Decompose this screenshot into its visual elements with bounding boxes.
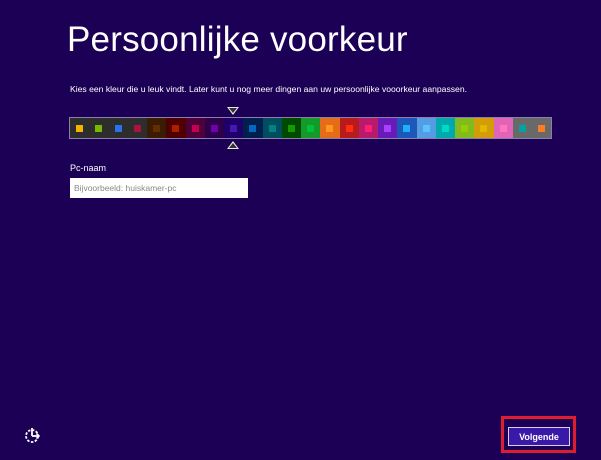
pc-name-label: Pc-naam [70, 163, 107, 173]
selected-color-marker-bottom [227, 141, 239, 149]
color-picker[interactable] [68, 117, 553, 139]
color-swatch-square [345, 124, 353, 132]
color-swatch[interactable] [378, 118, 398, 138]
color-swatch[interactable] [455, 118, 475, 138]
color-swatch-square [518, 124, 526, 132]
page-title: Persoonlijke voorkeur [67, 20, 408, 59]
color-swatch[interactable] [70, 118, 90, 138]
color-swatch-square [210, 124, 218, 132]
pc-name-input[interactable] [70, 178, 248, 198]
color-swatch[interactable] [147, 118, 167, 138]
color-swatch[interactable] [320, 118, 340, 138]
color-swatch-square [230, 124, 238, 132]
color-swatch[interactable] [493, 118, 513, 138]
color-swatch-square [268, 124, 276, 132]
color-swatch-square [114, 124, 122, 132]
color-swatch[interactable] [281, 118, 301, 138]
color-swatch[interactable] [397, 118, 417, 138]
color-swatch-square [133, 124, 141, 132]
color-swatch[interactable] [339, 118, 359, 138]
color-swatch[interactable] [358, 118, 378, 138]
color-swatch-square [364, 124, 372, 132]
color-swatch[interactable] [243, 118, 263, 138]
next-button[interactable]: Volgende [508, 427, 570, 446]
color-swatch-square [326, 124, 334, 132]
color-swatch-square [172, 124, 180, 132]
color-swatch-square [249, 124, 257, 132]
color-swatch[interactable] [108, 118, 128, 138]
color-swatch[interactable] [301, 118, 321, 138]
color-swatch-square [191, 124, 199, 132]
color-swatch[interactable] [532, 118, 552, 138]
color-swatch[interactable] [166, 118, 186, 138]
color-swatch-square [499, 124, 507, 132]
color-swatch-selected[interactable] [224, 118, 244, 138]
color-swatch[interactable] [512, 118, 532, 138]
color-swatch-square [461, 124, 469, 132]
color-swatch-square [384, 124, 392, 132]
color-swatch-square [422, 124, 430, 132]
color-swatch[interactable] [262, 118, 282, 138]
color-swatch-square [538, 124, 546, 132]
color-swatch[interactable] [204, 118, 224, 138]
color-swatch-square [95, 124, 103, 132]
ease-of-access-icon[interactable] [24, 426, 42, 444]
color-swatch[interactable] [127, 118, 147, 138]
color-swatch-square [287, 124, 295, 132]
page-description: Kies een kleur die u leuk vindt. Later k… [70, 84, 467, 94]
color-swatch-square [76, 124, 84, 132]
color-swatch[interactable] [185, 118, 205, 138]
color-swatch[interactable] [474, 118, 494, 138]
color-swatch-square [441, 124, 449, 132]
color-swatch[interactable] [89, 118, 109, 138]
color-swatch-square [307, 124, 315, 132]
selected-color-marker-top [227, 107, 239, 115]
color-swatch-square [153, 124, 161, 132]
color-swatch-square [403, 124, 411, 132]
color-swatch[interactable] [416, 118, 436, 138]
color-swatch[interactable] [435, 118, 455, 138]
color-swatch-square [480, 124, 488, 132]
